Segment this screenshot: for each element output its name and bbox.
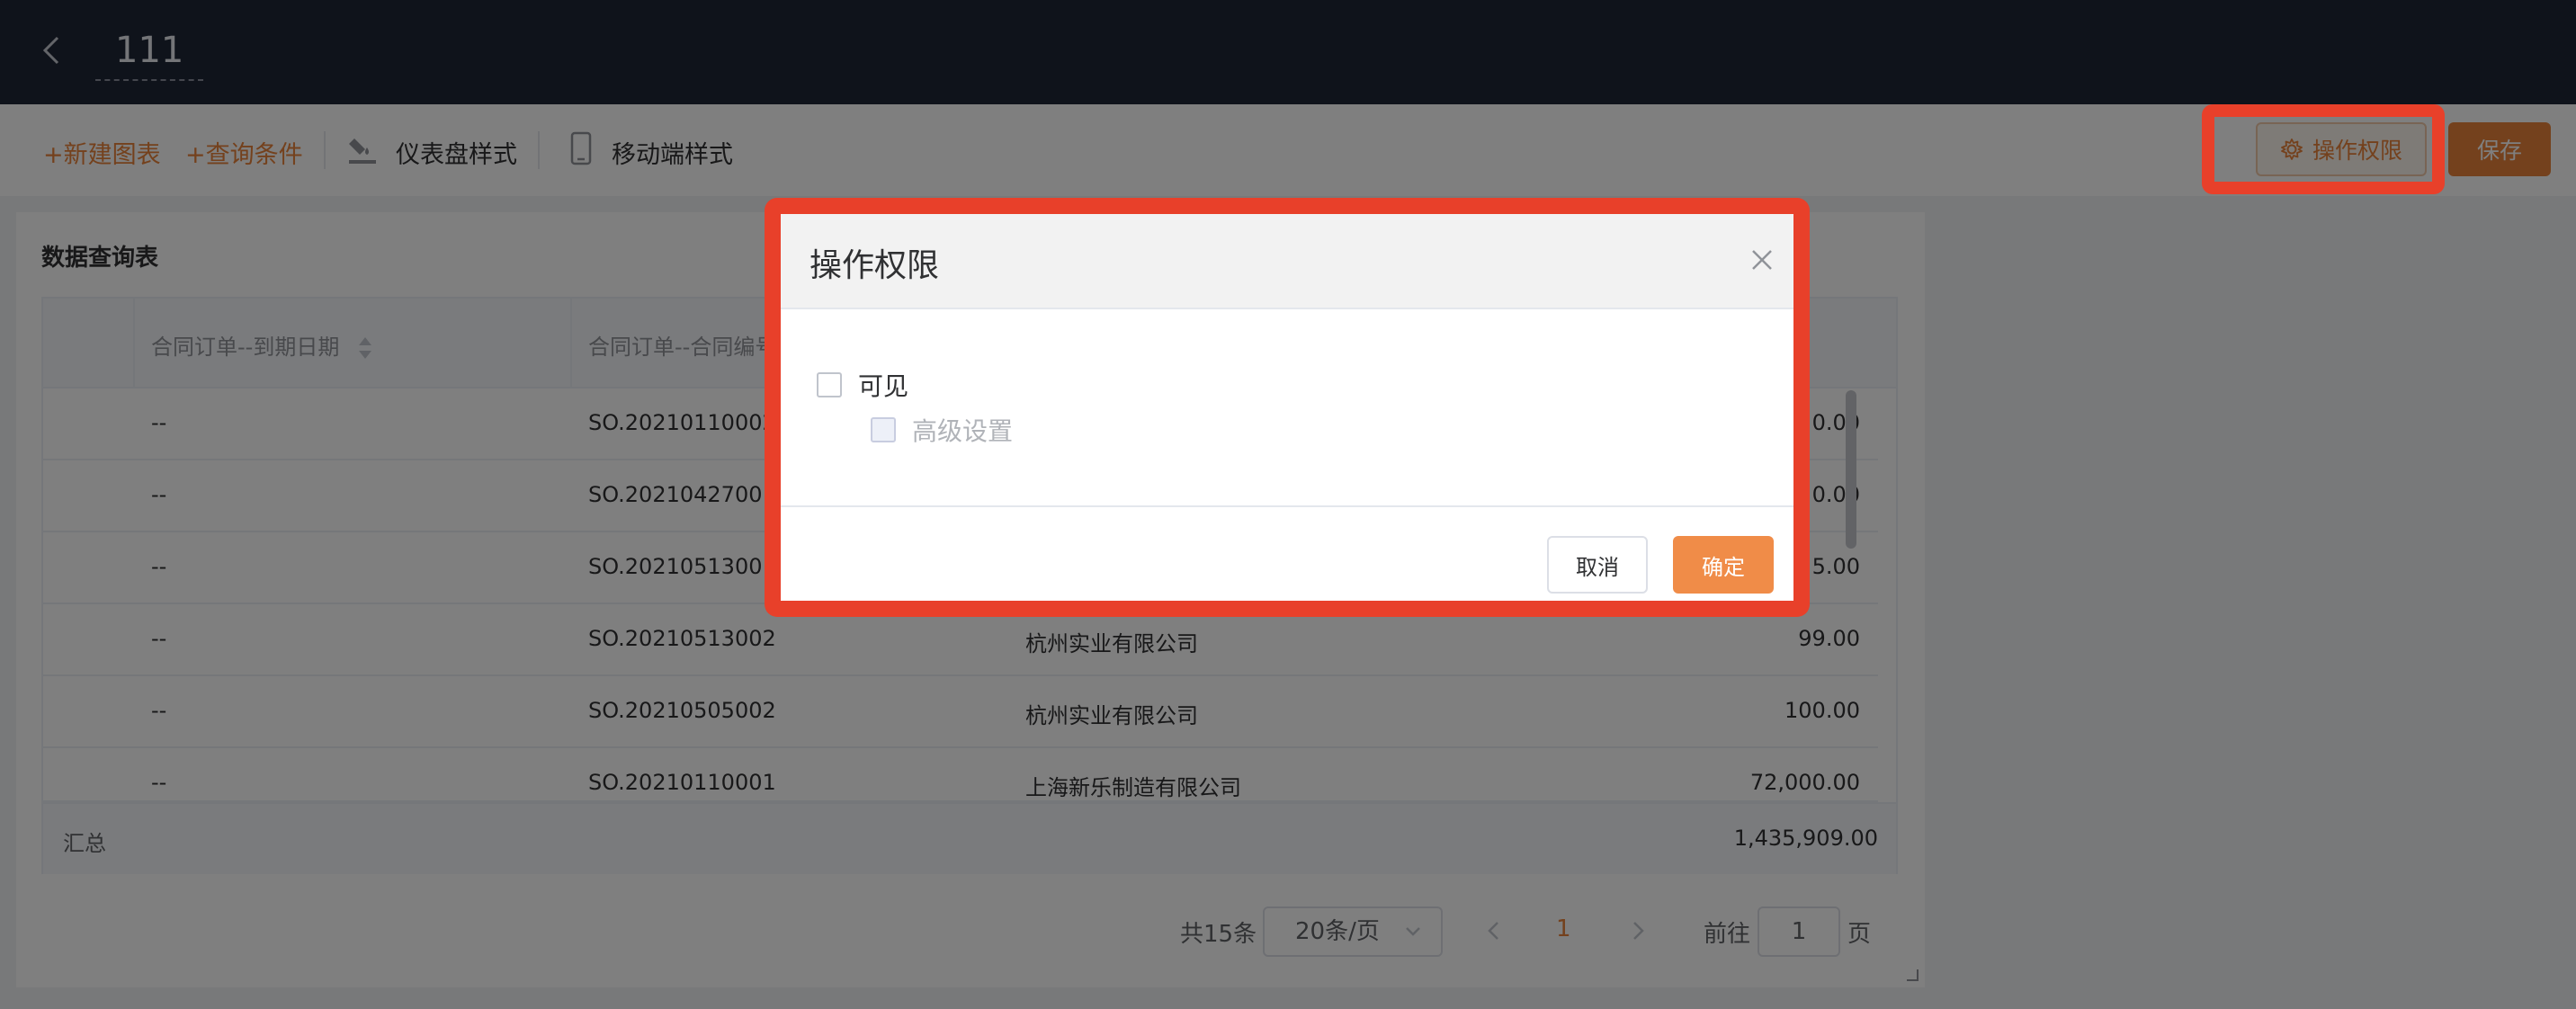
advanced-settings-checkbox-row: 高级设置	[871, 412, 1013, 448]
permissions-dialog: 操作权限 可见 高级设置 取消 确定	[779, 212, 1795, 603]
visible-checkbox[interactable]	[817, 372, 842, 397]
confirm-button[interactable]: 确定	[1673, 536, 1774, 594]
visible-label: 可见	[858, 371, 909, 401]
close-icon[interactable]	[1747, 245, 1777, 275]
visible-checkbox-row[interactable]: 可见	[817, 367, 908, 403]
cancel-button[interactable]: 取消	[1547, 536, 1648, 594]
advanced-settings-label: 高级设置	[912, 416, 1014, 446]
dialog-header: 操作权限	[779, 212, 1795, 309]
advanced-settings-checkbox	[871, 417, 896, 442]
dialog-title: 操作权限	[809, 247, 940, 284]
dialog-footer-divider	[779, 505, 1795, 507]
